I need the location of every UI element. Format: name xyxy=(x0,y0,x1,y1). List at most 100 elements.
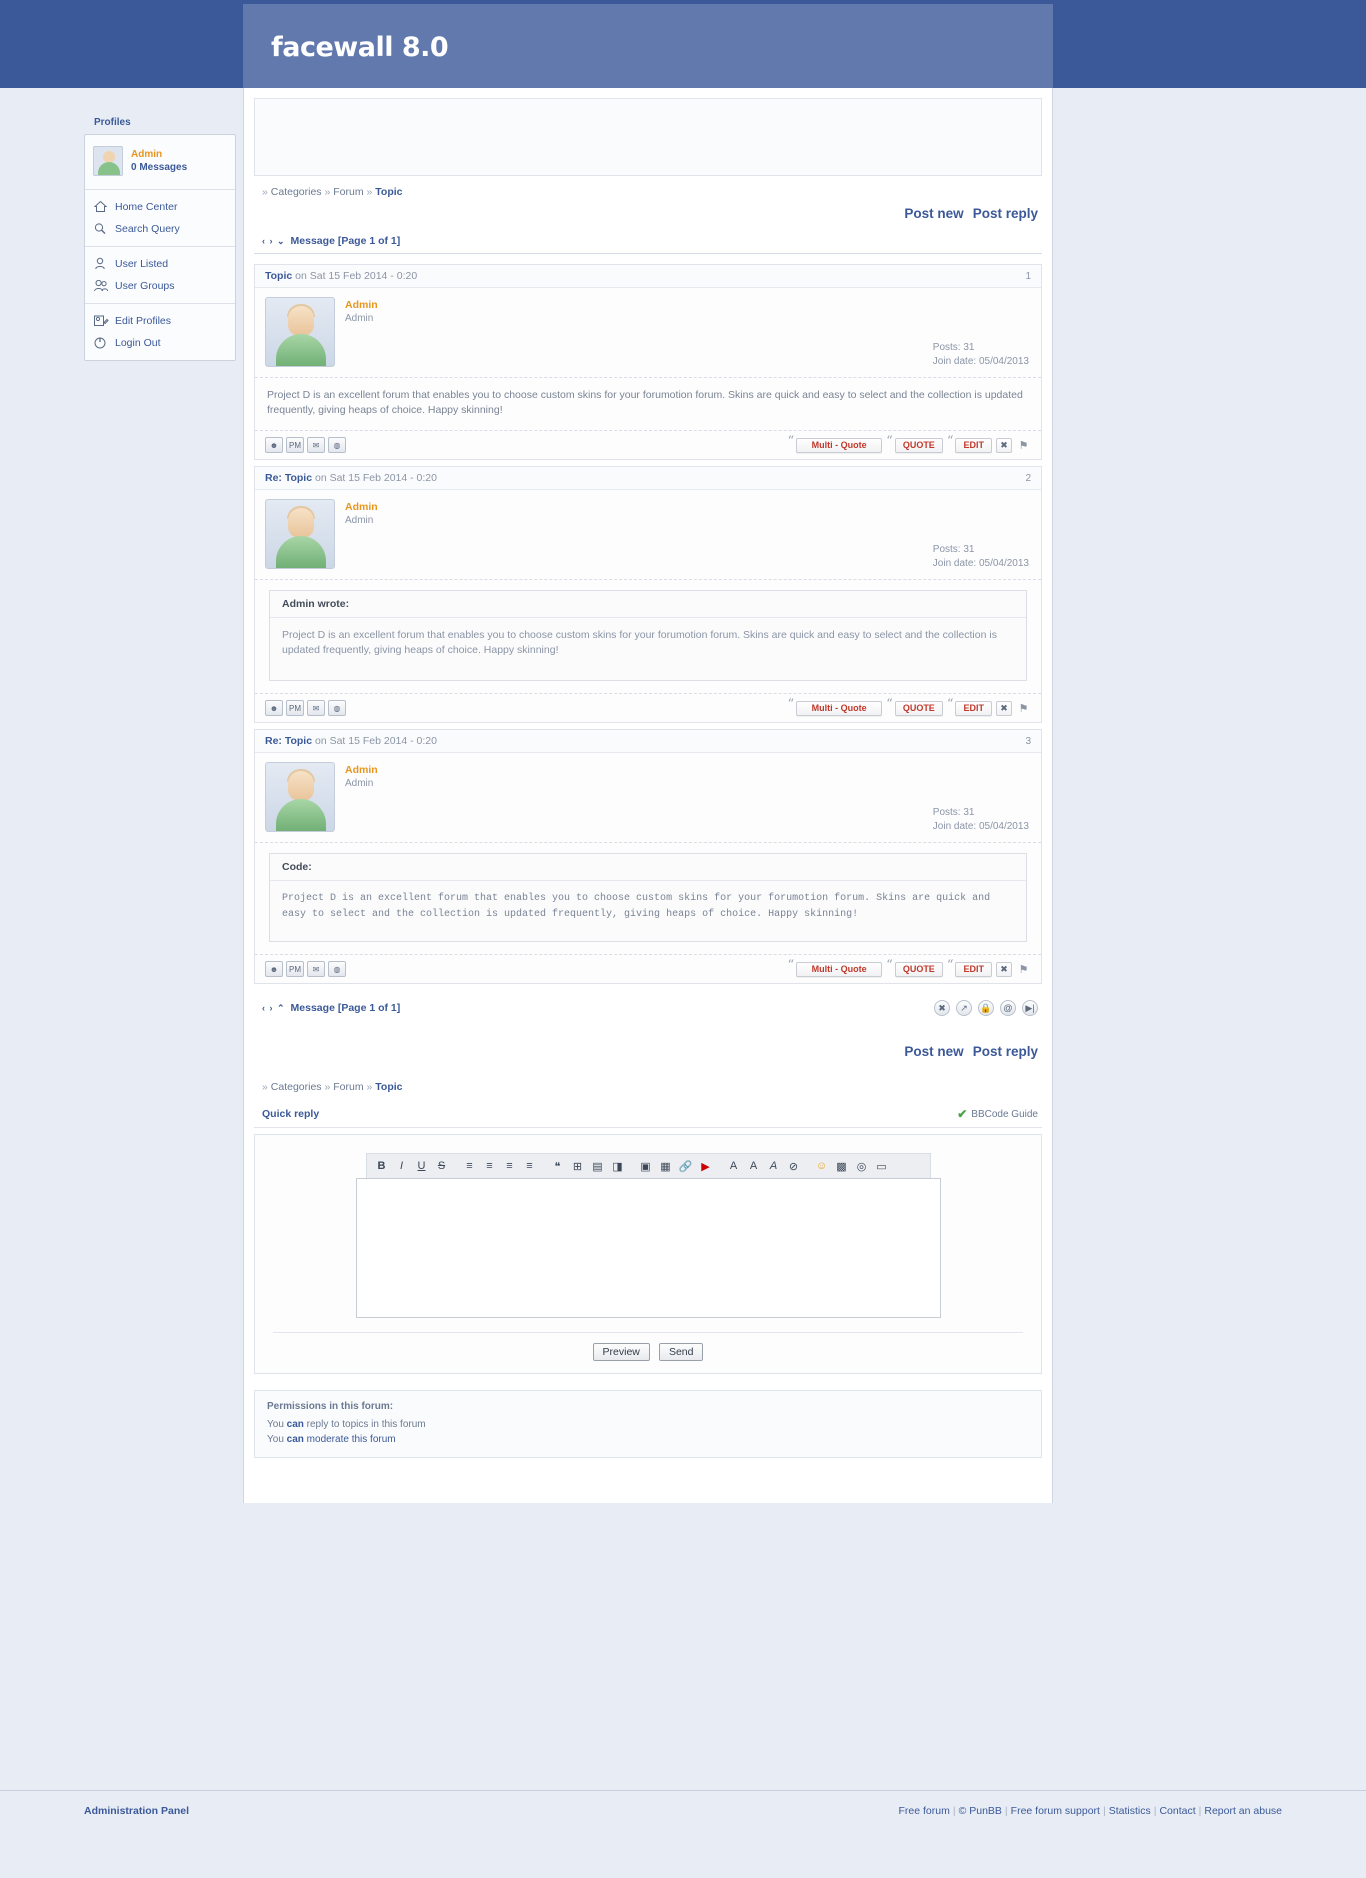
edit-button[interactable]: EDIT xyxy=(955,961,992,977)
profile-icon[interactable]: ☻ xyxy=(265,961,283,977)
post-reply-button[interactable]: Post reply xyxy=(973,1044,1038,1059)
sidebar-item-label: Home Center xyxy=(115,201,178,213)
footer-link-free-forum[interactable]: Free forum xyxy=(898,1805,949,1817)
font-size-icon[interactable]: A xyxy=(745,1157,763,1175)
edit-button[interactable]: EDIT xyxy=(955,437,992,453)
page-nav-glyphs[interactable]: ‹ › ⌃ xyxy=(262,1003,286,1014)
multi-quote-button[interactable]: Multi - Quote xyxy=(796,437,883,453)
breadcrumb-categories[interactable]: Categories xyxy=(271,1081,322,1093)
align-left-icon[interactable]: ≡ xyxy=(461,1157,479,1175)
sidebar-item-home-center[interactable]: Home Center xyxy=(85,196,235,218)
close-icon[interactable]: ✖ xyxy=(934,1000,950,1016)
spoiler-icon[interactable]: ▤ xyxy=(589,1157,607,1175)
sidebar-item-login-out[interactable]: Login Out xyxy=(85,332,235,354)
author-name[interactable]: Admin xyxy=(345,501,378,513)
smiley-icon[interactable]: ☺ xyxy=(813,1157,831,1175)
quote-button[interactable]: QUOTE xyxy=(894,437,943,453)
lock-icon[interactable]: 🔒 xyxy=(978,1000,994,1016)
share-icon[interactable]: ↗ xyxy=(956,1000,972,1016)
bold-icon[interactable]: B xyxy=(373,1157,391,1175)
author-name[interactable]: Admin xyxy=(345,299,378,311)
last-page-icon[interactable]: ▶| xyxy=(1022,1000,1038,1016)
breadcrumb-forum[interactable]: Forum xyxy=(333,186,363,198)
permission-link[interactable]: moderate this forum xyxy=(307,1434,396,1445)
pm-icon[interactable]: PM xyxy=(286,700,304,716)
website-icon[interactable]: ◍ xyxy=(328,700,346,716)
clear-format-icon[interactable]: ⊘ xyxy=(785,1157,803,1175)
footer-link-statistics[interactable]: Statistics xyxy=(1109,1805,1151,1817)
calendar-icon[interactable]: ▩ xyxy=(833,1157,851,1175)
edit-button[interactable]: EDIT xyxy=(955,700,992,716)
avatar xyxy=(265,762,335,832)
post-new-button[interactable]: Post new xyxy=(904,206,963,221)
search-web-icon[interactable]: ◎ xyxy=(853,1157,871,1175)
underline-icon[interactable]: U xyxy=(413,1157,431,1175)
justify-icon[interactable]: ≡ xyxy=(521,1157,539,1175)
youtube-icon[interactable]: ▶ xyxy=(697,1157,715,1175)
image-icon[interactable]: ▣ xyxy=(637,1157,655,1175)
site-logo[interactable]: facewall 8.0 xyxy=(271,32,449,63)
email-icon[interactable]: ✉ xyxy=(307,961,325,977)
multi-quote-button[interactable]: Multi - Quote xyxy=(796,700,883,716)
align-center-icon[interactable]: ≡ xyxy=(481,1157,499,1175)
post-reply-button[interactable]: Post reply xyxy=(973,206,1038,221)
at-icon[interactable]: @ xyxy=(1000,1000,1016,1016)
font-face-icon[interactable]: A xyxy=(765,1157,783,1175)
footer-link-support[interactable]: Free forum support xyxy=(1011,1805,1100,1817)
profile-icon[interactable]: ☻ xyxy=(265,437,283,453)
page-icon[interactable]: ▭ xyxy=(873,1157,891,1175)
website-icon[interactable]: ◍ xyxy=(328,437,346,453)
post-subject[interactable]: Re: Topic xyxy=(265,472,312,484)
italic-icon[interactable]: I xyxy=(393,1157,411,1175)
sidebar-item-edit-profiles[interactable]: Edit Profiles xyxy=(85,310,235,332)
sidebar-item-user-groups[interactable]: User Groups xyxy=(85,275,235,297)
author-name[interactable]: Admin xyxy=(345,764,378,776)
code-text: Project D is an excellent forum that ena… xyxy=(282,893,991,920)
send-button[interactable]: Send xyxy=(658,1343,704,1361)
delete-icon[interactable]: ✖ xyxy=(996,437,1012,453)
pm-icon[interactable]: PM xyxy=(286,437,304,453)
sidebar-user[interactable]: Admin 0 Messages xyxy=(85,141,235,183)
pm-icon[interactable]: PM xyxy=(286,961,304,977)
delete-icon[interactable]: ✖ xyxy=(996,961,1012,977)
footer-link-report-abuse[interactable]: Report an abuse xyxy=(1204,1805,1282,1817)
footer-link-contact[interactable]: Contact xyxy=(1159,1805,1195,1817)
report-icon[interactable]: ⚑ xyxy=(1016,701,1031,716)
link-icon[interactable]: 🔗 xyxy=(677,1157,695,1175)
post-footer: ☻ PM ✉ ◍ “ Multi - Quote “ QUOTE “ EDIT … xyxy=(255,431,1041,459)
quote-button[interactable]: QUOTE xyxy=(894,700,943,716)
font-color-icon[interactable]: A xyxy=(725,1157,743,1175)
flash-icon[interactable]: ▦ xyxy=(657,1157,675,1175)
sidebar-user-name[interactable]: Admin xyxy=(131,148,187,161)
bbcode-guide-link[interactable]: ✔ BBCode Guide xyxy=(957,1107,1038,1121)
quote-button[interactable]: QUOTE xyxy=(894,961,943,977)
profile-icon[interactable]: ☻ xyxy=(265,700,283,716)
quick-reply-textarea[interactable] xyxy=(355,1178,941,1318)
website-icon[interactable]: ◍ xyxy=(328,961,346,977)
sidebar-item-label: Login Out xyxy=(115,337,161,349)
report-icon[interactable]: ⚑ xyxy=(1016,962,1031,977)
breadcrumb-forum[interactable]: Forum xyxy=(333,1081,363,1093)
quote-icon[interactable]: ❝ xyxy=(549,1157,567,1175)
hide-icon[interactable]: ◨ xyxy=(609,1157,627,1175)
sidebar-item-search-query[interactable]: Search Query xyxy=(85,218,235,240)
strikethrough-icon[interactable]: S xyxy=(433,1157,451,1175)
delete-icon[interactable]: ✖ xyxy=(996,700,1012,716)
breadcrumb-categories[interactable]: Categories xyxy=(271,186,322,198)
sidebar-user-messages[interactable]: 0 Messages xyxy=(131,161,187,174)
sidebar-item-user-listed[interactable]: User Listed xyxy=(85,253,235,275)
code-icon[interactable]: ⊞ xyxy=(569,1157,587,1175)
post-new-button[interactable]: Post new xyxy=(904,1044,963,1059)
post-subject[interactable]: Topic xyxy=(265,270,292,282)
administration-panel-link[interactable]: Administration Panel xyxy=(84,1805,189,1817)
author-posts-count: Posts: 31 xyxy=(932,544,975,555)
report-icon[interactable]: ⚑ xyxy=(1016,438,1031,453)
email-icon[interactable]: ✉ xyxy=(307,700,325,716)
post-subject[interactable]: Re: Topic xyxy=(265,735,312,747)
multi-quote-button[interactable]: Multi - Quote xyxy=(796,961,883,977)
footer-link-punbb[interactable]: © PunBB xyxy=(959,1805,1002,1817)
preview-button[interactable]: Preview xyxy=(592,1343,650,1361)
align-right-icon[interactable]: ≡ xyxy=(501,1157,519,1175)
email-icon[interactable]: ✉ xyxy=(307,437,325,453)
page-nav-glyphs[interactable]: ‹ › ⌄ xyxy=(262,236,286,247)
